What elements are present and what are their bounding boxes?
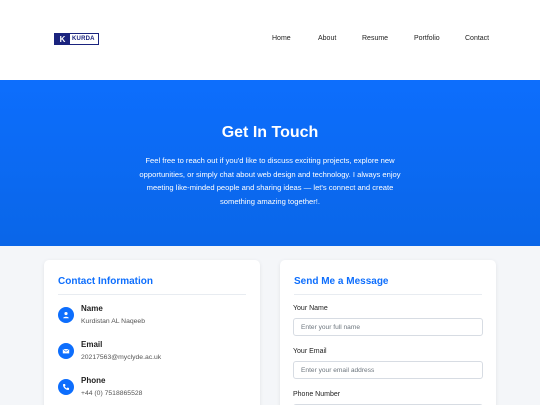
contact-name-label: Name [81, 304, 103, 313]
contact-info-title: Contact Information [58, 276, 153, 287]
contact-name-value: Kurdistan AL Naqeeb [81, 318, 145, 325]
site-header: K KURDA Home About Resume Portfolio Cont… [0, 0, 540, 80]
name-input[interactable] [293, 318, 483, 336]
contact-email-label: Email [81, 340, 103, 349]
message-form-card: Send Me a Message Your Name Your Email P… [280, 260, 496, 405]
contact-phone-value[interactable]: +44 (0) 7518865528 [81, 390, 142, 397]
logo-letter: K [55, 34, 70, 44]
email-field-label: Your Email [293, 348, 327, 355]
email-input[interactable] [293, 361, 483, 379]
hero-title: Get In Touch [221, 124, 319, 141]
contact-name-item: Name Kurdistan AL Naqeeb [58, 304, 248, 336]
nav-resume-link[interactable]: Resume [362, 35, 388, 42]
nav-home-link[interactable]: Home [272, 35, 291, 42]
site-logo[interactable]: K KURDA [54, 33, 99, 45]
user-icon [58, 307, 74, 323]
contact-email-item: Email 20217563@myclyde.ac.uk [58, 340, 248, 372]
nav-about-link[interactable]: About [318, 35, 336, 42]
hero-banner: Get In Touch Feel free to reach out if y… [0, 80, 540, 246]
card-divider [294, 294, 482, 295]
phone-icon [58, 379, 74, 395]
contact-phone-item: Phone +44 (0) 7518865528 [58, 376, 248, 405]
contact-phone-label: Phone [81, 376, 106, 385]
message-form-title: Send Me a Message [294, 276, 389, 287]
card-divider [58, 294, 246, 295]
contact-email-value[interactable]: 20217563@myclyde.ac.uk [81, 354, 161, 361]
name-field-label: Your Name [293, 305, 328, 312]
contact-info-card: Contact Information Name Kurdistan AL Na… [44, 260, 260, 405]
envelope-icon [58, 343, 74, 359]
logo-text: KURDA [72, 36, 95, 42]
nav-portfolio-link[interactable]: Portfolio [414, 35, 440, 42]
nav-contact-link[interactable]: Contact [465, 35, 489, 42]
hero-description: Feel free to reach out if you'd like to … [139, 156, 401, 206]
phone-field-label: Phone Number [293, 391, 341, 398]
